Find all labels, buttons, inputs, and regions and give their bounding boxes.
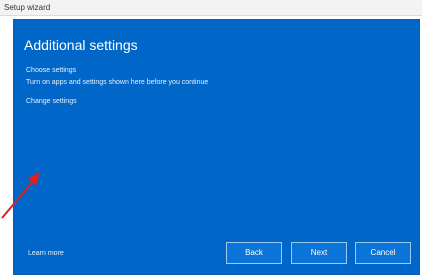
setup-window: Setup wizard Additional settings Choose … <box>0 0 422 277</box>
cancel-button[interactable]: Cancel <box>355 242 411 264</box>
red-arrow-icon <box>1 172 40 219</box>
learn-more-link[interactable]: Learn more <box>28 249 64 258</box>
settings-dialog: Additional settings Choose settings Turn… <box>13 19 420 275</box>
settings-group-label: Choose settings <box>26 67 77 74</box>
dialog-heading: Additional settings <box>24 37 138 53</box>
window-title: Setup wizard <box>4 3 51 12</box>
next-button[interactable]: Next <box>291 242 347 264</box>
change-settings-link[interactable]: Change settings <box>26 97 77 106</box>
back-button[interactable]: Back <box>226 242 282 264</box>
window-titlebar: Setup wizard <box>0 0 422 16</box>
settings-description: Turn on apps and settings shown here bef… <box>26 79 209 86</box>
